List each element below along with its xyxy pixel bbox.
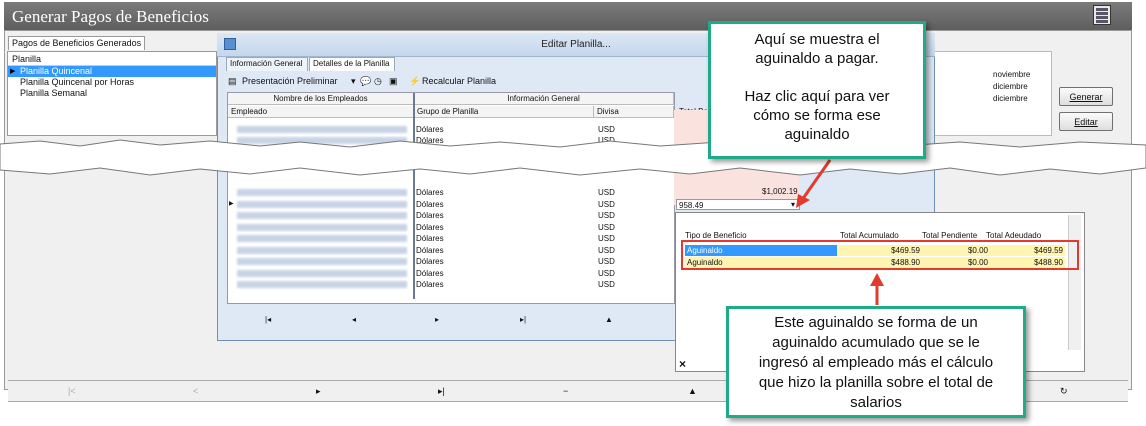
callout-line: Este aguinaldo se forma de un — [774, 314, 978, 331]
callout-line: salarios — [850, 394, 902, 411]
callout-line: Aquí se muestra el — [754, 31, 880, 48]
callout-line: ingresó al empleado más el cálculo — [758, 354, 994, 371]
callout-line: cómo se forma ese — [753, 107, 881, 124]
callout-line: aguinaldo a pagar. — [755, 50, 879, 67]
callout-line: aguinaldo acumulado que se le — [772, 334, 980, 351]
callout-line: que hizo la planilla sobre el total de — [758, 374, 994, 391]
callout-top: Aquí se muestra el aguinaldo a pagar. Ha… — [708, 21, 926, 159]
callout-line: Haz clic aquí para ver — [744, 88, 890, 105]
callout-bottom: Este aguinaldo se forma de un aguinaldo … — [726, 306, 1026, 418]
callout-line — [711, 68, 923, 87]
callout-line: aguinaldo — [784, 126, 850, 143]
